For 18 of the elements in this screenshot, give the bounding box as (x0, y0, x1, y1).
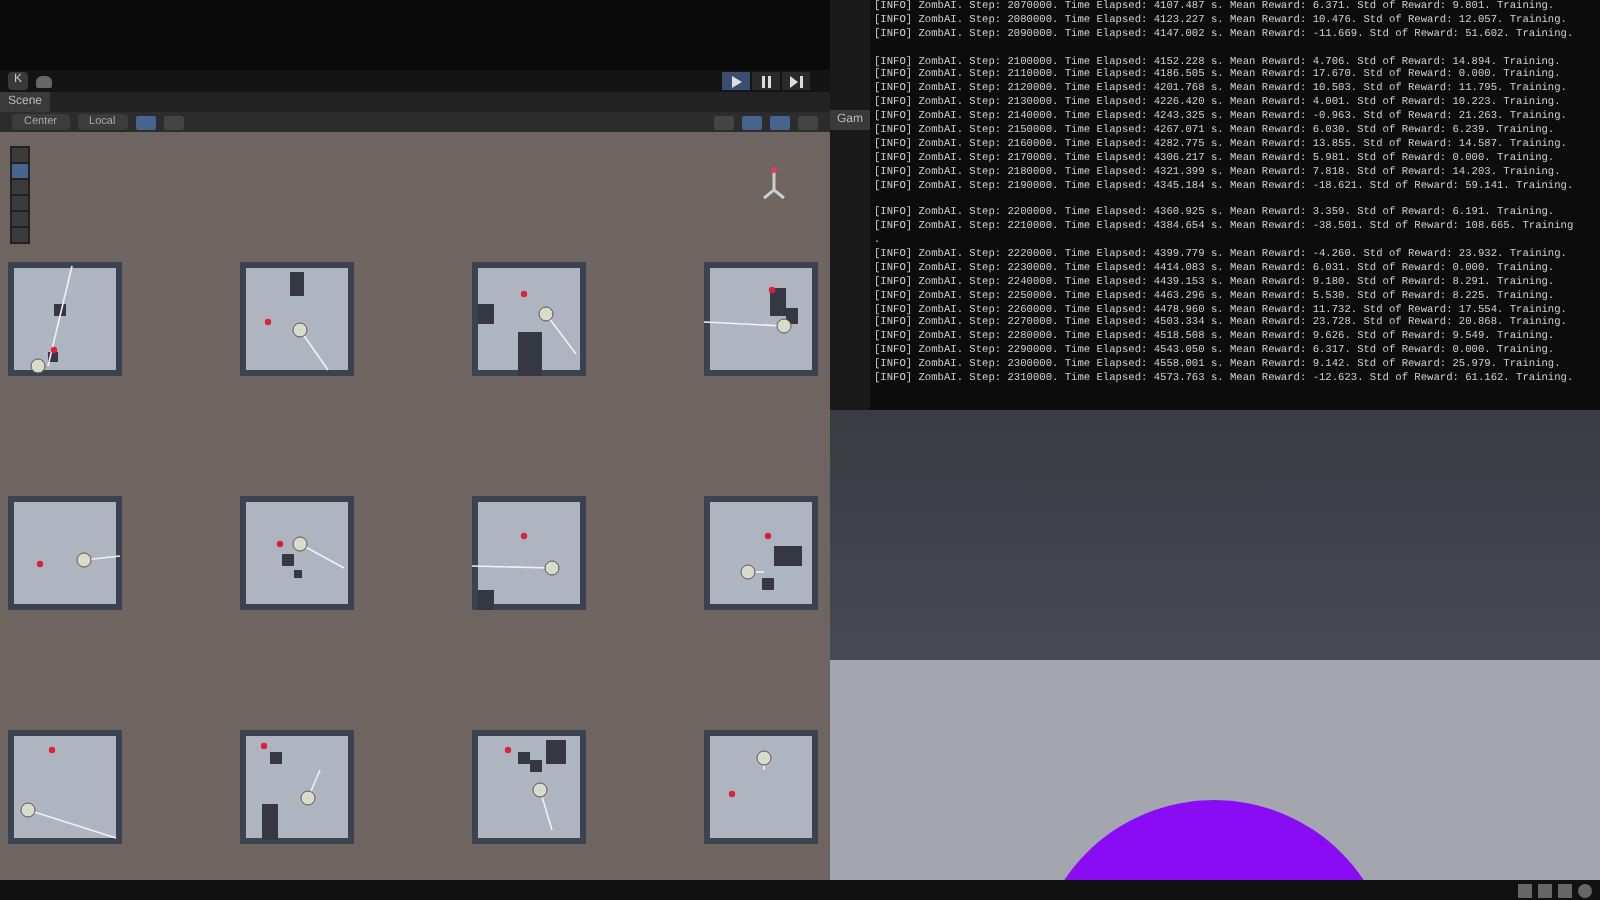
step-button[interactable] (782, 72, 810, 90)
step-icon (786, 71, 806, 91)
room-drawing (704, 262, 818, 376)
room-drawing (472, 262, 586, 376)
pause-icon (756, 71, 776, 91)
cloud-icon[interactable] (36, 75, 53, 87)
play-button[interactable] (722, 72, 750, 90)
room-drawing (240, 496, 354, 610)
room-drawing (8, 730, 122, 844)
room-drawing (704, 496, 818, 610)
room-drawing (472, 730, 586, 844)
room-drawing (472, 496, 586, 610)
room-drawing (704, 730, 818, 844)
pause-button[interactable] (752, 72, 780, 90)
room-drawing (8, 496, 122, 610)
room-drawing (8, 262, 122, 376)
room-drawing (240, 262, 354, 376)
room-drawing (240, 730, 354, 844)
